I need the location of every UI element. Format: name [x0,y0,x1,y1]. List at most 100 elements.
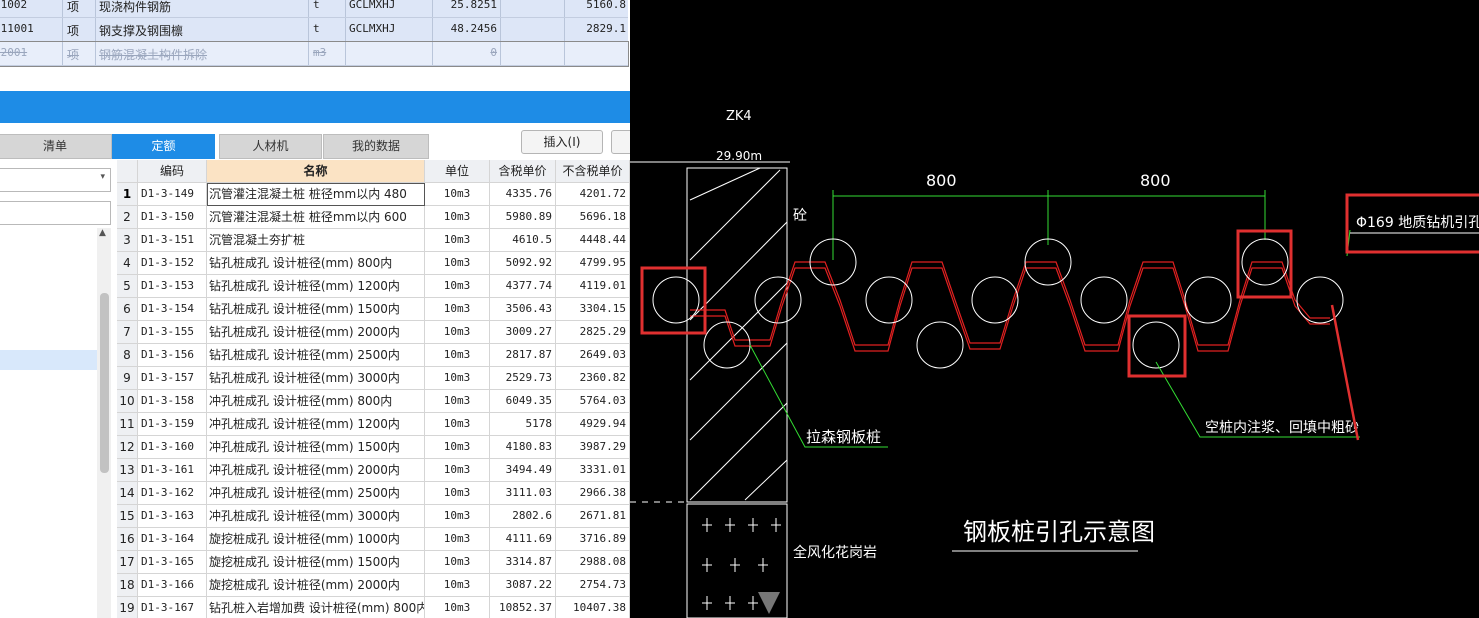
row-index[interactable]: 8 [117,344,138,367]
extra-button[interactable] [611,130,630,154]
grid-cell-code[interactable]: D1-3-152 [138,252,207,275]
grid-cell-name[interactable]: 旋挖桩成孔 设计桩径(mm) 1000内 [207,528,425,551]
grid-cell-code[interactable]: D1-3-166 [138,574,207,597]
row-index[interactable]: 15 [117,505,138,528]
grid-cell-notax[interactable]: 4799.95 [556,252,630,275]
grid-cell-unit[interactable]: 10m3 [425,298,490,321]
row-index[interactable]: 4 [117,252,138,275]
grid-cell-unit[interactable]: 10m3 [425,275,490,298]
tab-bill[interactable]: 清单 [0,134,112,159]
grid-cell-tax[interactable]: 3111.03 [490,482,556,505]
row-index[interactable]: 10 [117,390,138,413]
grid-cell-name[interactable]: 沉管混凝土夯扩桩 [207,229,425,252]
grid-cell-code[interactable]: D1-3-159 [138,413,207,436]
grid-cell-tax[interactable]: 3087.22 [490,574,556,597]
row-index[interactable]: 16 [117,528,138,551]
grid-cell-code[interactable]: D1-3-149 [138,183,207,206]
row-index[interactable]: 6 [117,298,138,321]
row-index[interactable]: 11 [117,413,138,436]
grid-cell-tax[interactable]: 3494.49 [490,459,556,482]
row-index[interactable]: 1 [117,183,138,206]
grid-cell-notax[interactable]: 2825.29 [556,321,630,344]
grid-cell-tax[interactable]: 4180.83 [490,436,556,459]
grid-cell-unit[interactable]: 10m3 [425,183,490,206]
grid-cell-name[interactable]: 钻孔桩入岩增加费 设计桩径(mm) 800内 [207,597,425,618]
row-index[interactable]: 14 [117,482,138,505]
header-notax-price[interactable]: 不含税单价 [556,160,630,183]
grid-cell-tax[interactable]: 4111.69 [490,528,556,551]
grid-cell-name[interactable]: 冲孔桩成孔 设计桩径(mm) 2500内 [207,482,425,505]
grid-cell-notax[interactable]: 4448.44 [556,229,630,252]
grid-cell-notax[interactable]: 3304.15 [556,298,630,321]
grid-cell-tax[interactable]: 2817.87 [490,344,556,367]
grid-cell-code[interactable]: D1-3-164 [138,528,207,551]
grid-cell-tax[interactable]: 10852.37 [490,597,556,618]
grid-cell-unit[interactable]: 10m3 [425,344,490,367]
grid-cell-notax[interactable]: 4201.72 [556,183,630,206]
header-code[interactable]: 编码 [138,160,207,183]
header-unit[interactable]: 单位 [425,160,490,183]
grid-cell-code[interactable]: D1-3-162 [138,482,207,505]
grid-cell-name[interactable]: 冲孔桩成孔 设计桩径(mm) 800内 [207,390,425,413]
grid-cell-tax[interactable]: 5092.92 [490,252,556,275]
grid-cell-tax[interactable]: 6049.35 [490,390,556,413]
grid-cell-unit[interactable]: 10m3 [425,597,490,618]
grid-cell-notax[interactable]: 2360.82 [556,367,630,390]
cad-drawing-canvas[interactable]: ZK4 29.90m 砼 800 800 拉森钢板桩 空桩内注浆、回填中粗砂 Φ… [630,0,1479,618]
row-index[interactable]: 19 [117,597,138,618]
grid-cell-tax[interactable]: 5980.89 [490,206,556,229]
grid-cell-tax[interactable]: 2529.73 [490,367,556,390]
tab-my-data[interactable]: 我的数据 [323,134,429,159]
grid-cell-notax[interactable]: 5696.18 [556,206,630,229]
grid-cell-tax[interactable]: 5178 [490,413,556,436]
grid-cell-name[interactable]: 钻孔桩成孔 设计桩径(mm) 2000内 [207,321,425,344]
grid-cell-code[interactable]: D1-3-160 [138,436,207,459]
grid-cell-unit[interactable]: 10m3 [425,229,490,252]
grid-cell-name[interactable]: 沉管灌注混凝土桩 桩径mm以内 480 [207,183,425,206]
grid-cell-name[interactable]: 钻孔桩成孔 设计桩径(mm) 1500内 [207,298,425,321]
grid-cell-name[interactable]: 钻孔桩成孔 设计桩径(mm) 800内 [207,252,425,275]
tree-scrollbar-thumb[interactable] [100,293,109,473]
row-index[interactable]: 9 [117,367,138,390]
grid-cell-name[interactable]: 冲孔桩成孔 设计桩径(mm) 1500内 [207,436,425,459]
insert-button[interactable]: 插入(I) [521,130,603,154]
grid-cell-notax[interactable]: 2988.08 [556,551,630,574]
row-index[interactable]: 13 [117,459,138,482]
grid-cell-code[interactable]: D1-3-155 [138,321,207,344]
grid-cell-tax[interactable]: 3009.27 [490,321,556,344]
grid-cell-name[interactable]: 旋挖桩成孔 设计桩径(mm) 2000内 [207,574,425,597]
bill-row[interactable]: 01002 项 现浇构件钢筋 t GCLMXHJ 25.8251 5160.8 [0,0,628,18]
grid-cell-tax[interactable]: 3314.87 [490,551,556,574]
bill-row[interactable]: 011001 项 钢支撑及钢围檩 t GCLMXHJ 48.2456 2829.1 [0,18,628,42]
grid-cell-unit[interactable]: 10m3 [425,390,490,413]
row-index[interactable]: 7 [117,321,138,344]
scroll-up-icon[interactable]: ▲ [99,228,106,238]
bill-row[interactable]: 02001 项 钢筋混凝土构件拆除 m3 0 [0,41,629,67]
grid-cell-code[interactable]: D1-3-158 [138,390,207,413]
grid-cell-name[interactable]: 钻孔桩成孔 设计桩径(mm) 1200内 [207,275,425,298]
grid-cell-unit[interactable]: 10m3 [425,528,490,551]
grid-cell-unit[interactable]: 10m3 [425,206,490,229]
grid-cell-unit[interactable]: 10m3 [425,574,490,597]
row-index[interactable]: 12 [117,436,138,459]
tab-labor-material-machine[interactable]: 人材机 [219,134,322,159]
grid-cell-unit[interactable]: 10m3 [425,321,490,344]
grid-cell-code[interactable]: D1-3-150 [138,206,207,229]
grid-cell-name[interactable]: 冲孔桩成孔 设计桩径(mm) 3000内 [207,505,425,528]
category-select[interactable]: ▾ [0,168,111,192]
grid-cell-code[interactable]: D1-3-161 [138,459,207,482]
grid-cell-notax[interactable]: 5764.03 [556,390,630,413]
grid-cell-notax[interactable]: 3987.29 [556,436,630,459]
grid-cell-tax[interactable]: 4610.5 [490,229,556,252]
grid-cell-name[interactable]: 沉管灌注混凝土桩 桩径mm以内 600 [207,206,425,229]
grid-cell-tax[interactable]: 4335.76 [490,183,556,206]
grid-cell-code[interactable]: D1-3-167 [138,597,207,618]
grid-cell-notax[interactable]: 2966.38 [556,482,630,505]
row-index[interactable]: 3 [117,229,138,252]
grid-cell-notax[interactable]: 10407.38 [556,597,630,618]
grid-cell-unit[interactable]: 10m3 [425,367,490,390]
grid-cell-notax[interactable]: 4929.94 [556,413,630,436]
grid-cell-name[interactable]: 旋挖桩成孔 设计桩径(mm) 1500内 [207,551,425,574]
row-index[interactable]: 18 [117,574,138,597]
grid-cell-tax[interactable]: 4377.74 [490,275,556,298]
